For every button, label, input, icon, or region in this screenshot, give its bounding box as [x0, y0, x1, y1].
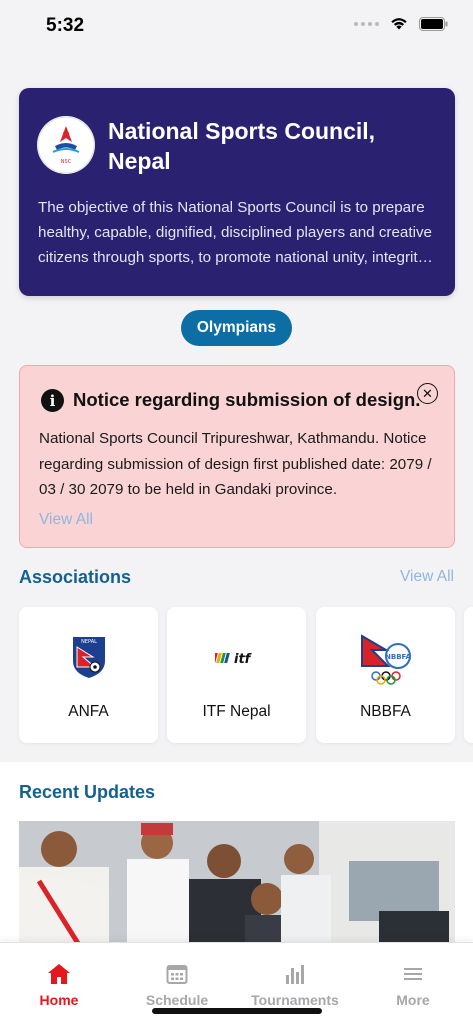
recent-update-photo[interactable] — [19, 821, 455, 945]
battery-icon — [419, 16, 448, 31]
association-card-anfa[interactable]: NEPAL ANFA — [19, 607, 158, 743]
info-icon: i — [41, 389, 64, 412]
associations-view-all-link[interactable]: View All — [400, 568, 454, 586]
council-info-card[interactable]: NSC National Sports Council, Nepal The o… — [19, 88, 455, 296]
olympians-button[interactable]: Olympians — [181, 310, 292, 346]
hero-title: National Sports Council, Nepal — [108, 118, 376, 174]
tab-label: Tournaments — [251, 992, 339, 1008]
associations-title: Associations — [19, 567, 132, 587]
association-card-partial[interactable] — [464, 607, 473, 743]
association-label: ANFA — [68, 703, 109, 720]
itf-logo-icon: itf — [167, 629, 306, 685]
status-icons — [354, 16, 449, 31]
svg-text:NEPAL: NEPAL — [81, 639, 97, 645]
nsc-logo-icon: NSC — [37, 116, 95, 174]
association-card-nbbfa[interactable]: NBBFA NBBFA — [316, 607, 455, 743]
status-bar: 5:32 — [0, 0, 473, 52]
status-time: 5:32 — [46, 15, 85, 36]
association-label: ITF Nepal — [202, 703, 271, 720]
svg-text:itf: itf — [234, 652, 253, 667]
signal-icon — [354, 21, 379, 26]
notice-body: National Sports Council Tripureshwar, Ka… — [39, 430, 432, 498]
tab-label: Schedule — [145, 992, 209, 1008]
close-icon[interactable]: ✕ — [417, 383, 438, 404]
svg-text:NSC: NSC — [61, 159, 72, 165]
tab-schedule[interactable]: Schedule — [118, 943, 236, 1013]
menu-icon — [354, 963, 472, 987]
association-card-itf[interactable]: itf ITF Nepal — [167, 607, 306, 743]
hero-description: The objective of this National Sports Co… — [38, 199, 432, 266]
tab-home[interactable]: Home — [0, 943, 118, 1013]
bar-chart-icon — [236, 963, 354, 987]
notice-card[interactable]: i Notice regarding submission of design.… — [19, 365, 455, 548]
notice-title: Notice regarding submission of design. — [73, 389, 421, 410]
association-label: NBBFA — [360, 703, 411, 720]
wifi-icon — [391, 18, 407, 30]
svg-text:NBBFA: NBBFA — [385, 653, 412, 661]
anfa-logo-icon: NEPAL — [19, 629, 158, 685]
home-indicator — [152, 1008, 322, 1014]
nbbfa-logo-icon: NBBFA — [316, 629, 455, 685]
home-icon — [0, 963, 118, 987]
calendar-icon — [118, 963, 236, 987]
tab-more[interactable]: More — [354, 943, 472, 1013]
tab-tournaments[interactable]: Tournaments — [236, 943, 354, 1013]
tab-label: Home — [39, 992, 79, 1008]
notice-view-all-link[interactable]: View All — [39, 511, 93, 529]
tab-label: More — [396, 992, 430, 1008]
recent-updates-title: Recent Updates — [19, 782, 156, 802]
